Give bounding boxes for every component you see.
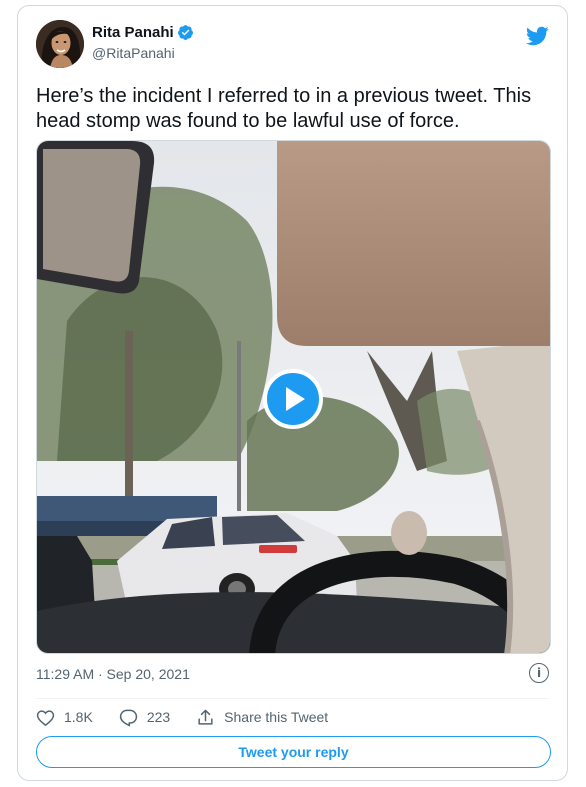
share-label: Share this Tweet: [224, 709, 329, 725]
reply-count: 223: [146, 709, 171, 725]
share-icon: [198, 709, 213, 725]
like-count: 1.8K: [64, 709, 93, 725]
reply-action[interactable]: 223: [119, 708, 170, 727]
heart-icon: [36, 709, 55, 726]
tweet-timestamp[interactable]: 11:29 AM · Sep 20, 2021: [36, 666, 190, 682]
tweet-reply-button[interactable]: Tweet your reply: [36, 736, 551, 768]
verified-badge-icon: [177, 25, 193, 40]
divider: [36, 698, 549, 699]
author-display-name[interactable]: Rita Panahi: [92, 24, 174, 41]
reply-bubble-icon: [119, 709, 137, 727]
like-button[interactable]: 1.8K: [36, 708, 93, 727]
play-button[interactable]: [263, 369, 323, 429]
tweet-card: Rita Panahi @RitaPanahi Here’s the incid…: [17, 5, 568, 781]
author-name-row[interactable]: Rita Panahi: [92, 24, 194, 41]
action-bar: 1.8K 223 Share this Tweet: [36, 706, 354, 728]
twitter-bird-icon[interactable]: [525, 24, 549, 48]
info-icon[interactable]: i: [529, 663, 549, 683]
tweet-text: Here’s the incident I referred to in a p…: [36, 85, 532, 132]
avatar-image: [36, 20, 84, 68]
video-player[interactable]: [36, 140, 551, 654]
play-icon: [286, 387, 305, 411]
avatar[interactable]: [36, 20, 84, 68]
author-handle[interactable]: @RitaPanahi: [92, 45, 175, 61]
share-button[interactable]: Share this Tweet: [196, 708, 328, 727]
